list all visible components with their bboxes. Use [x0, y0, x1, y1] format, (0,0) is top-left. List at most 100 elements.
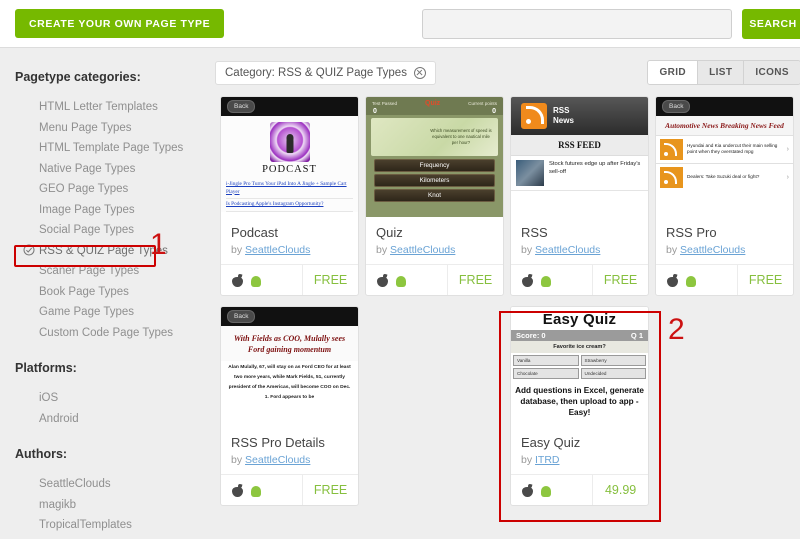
- author-list: SeattleClouds magikb TropicalTemplates: [15, 474, 205, 536]
- apple-icon: [377, 274, 388, 287]
- card-info: Podcast by SeattleClouds: [221, 217, 358, 264]
- apple-icon: [667, 274, 678, 287]
- card-quiz[interactable]: Test Passed Quiz Current points 0 0 Whic…: [365, 96, 504, 296]
- quiz-answer-option[interactable]: Frequency: [374, 159, 495, 172]
- category-list: HTML Letter Templates Menu Page Types HT…: [15, 97, 205, 343]
- easy-quiz-answer-option[interactable]: Strawberry: [580, 355, 646, 366]
- sidebar-item-geo-page-types[interactable]: GEO Page Types: [15, 179, 205, 200]
- category-filter-chip[interactable]: Category: RSS & QUIZ Page Types: [215, 61, 436, 85]
- back-button[interactable]: Back: [662, 100, 691, 113]
- rss-brand-line2: News: [553, 116, 574, 125]
- rss-icon: [521, 103, 547, 129]
- card-price: 49.99: [604, 483, 637, 497]
- chevron-right-icon: ›: [786, 145, 789, 153]
- card-rss-pro-details[interactable]: Back With Fields as COO, Mulally sees Fo…: [220, 306, 359, 506]
- android-icon: [540, 484, 551, 497]
- author-link[interactable]: SeattleClouds: [535, 244, 600, 256]
- author-link[interactable]: ITRD: [535, 454, 560, 466]
- card-info: Easy Quiz by ITRD: [511, 427, 648, 474]
- by-label: by: [666, 244, 678, 256]
- podcast-article-link[interactable]: Is Podcasting Apple's Instagram Opportun…: [226, 199, 353, 212]
- sidebar-item-book-page-types[interactable]: Book Page Types: [15, 282, 205, 303]
- quiz-test-passed-value: 0: [373, 108, 377, 115]
- view-mode-icons[interactable]: ICONS: [744, 61, 800, 84]
- sidebar-item-rss-quiz-page-types[interactable]: RSS & QUIZ Page Types: [15, 241, 205, 262]
- preview-navbar: Back: [221, 307, 358, 326]
- quiz-current-points-value: 0: [492, 108, 496, 115]
- sidebar-item-custom-code-page-types[interactable]: Custom Code Page Types: [15, 323, 205, 344]
- rss-preview-header: RSS News: [511, 97, 648, 135]
- quiz-app-label: Quiz: [425, 100, 441, 107]
- card-footer: 49.99: [511, 474, 648, 505]
- view-mode-list[interactable]: LIST: [698, 61, 745, 84]
- apple-icon: [232, 484, 243, 497]
- rss-pro-preview: Back Automotive News Breaking News Feed …: [656, 97, 793, 217]
- rss-pro-feed-item[interactable]: Dealers: Take Suzuki deal or fight? ›: [656, 162, 793, 191]
- back-button[interactable]: Back: [227, 310, 256, 323]
- back-button[interactable]: Back: [227, 100, 256, 113]
- rss-pro-feed-item[interactable]: Hyundai and Kia undercut their main sell…: [656, 134, 793, 163]
- check-circle-icon: [23, 244, 35, 255]
- easy-quiz-preview: Easy Quiz Score: 0 Q 1 Favorite ice crea…: [511, 307, 648, 427]
- by-label: by: [521, 454, 533, 466]
- grid-spacer: [365, 306, 504, 307]
- card-footer: FREE: [221, 474, 358, 505]
- podcast-article-link[interactable]: i-Jingle Pro Turns Your iPad Into A Jing…: [226, 179, 353, 199]
- card-author-line: by ITRD: [521, 454, 638, 466]
- card-title: RSS Pro Details: [231, 435, 325, 450]
- sidebar-item-native-page-types[interactable]: Native Page Types: [15, 159, 205, 180]
- author-link[interactable]: SeattleClouds: [245, 244, 310, 256]
- sidebar-item-seattleclouds[interactable]: SeattleClouds: [15, 474, 205, 495]
- rss-preview: RSS News RSS FEED Stock futures edge up …: [511, 97, 648, 217]
- card-title: Podcast: [231, 225, 278, 240]
- sidebar-item-menu-page-types[interactable]: Menu Page Types: [15, 118, 205, 139]
- android-icon: [250, 274, 261, 287]
- android-icon: [395, 274, 406, 287]
- card-easy-quiz[interactable]: Easy Quiz Score: 0 Q 1 Favorite ice crea…: [510, 306, 649, 506]
- sidebar-item-social-page-types[interactable]: Social Page Types: [15, 220, 205, 241]
- card-author-line: by SeattleClouds: [376, 244, 493, 256]
- sidebar-item-image-page-types[interactable]: Image Page Types: [15, 200, 205, 221]
- platform-icons: [511, 265, 594, 295]
- rss-feed-item[interactable]: Stock futures edge up after Friday's sel…: [511, 156, 648, 191]
- search-input[interactable]: [422, 9, 732, 39]
- sidebar-item-scaner-page-types[interactable]: Scaner Page Types: [15, 261, 205, 282]
- annotation-number-2: 2: [668, 313, 685, 346]
- preview-navbar: Back: [221, 97, 358, 116]
- sidebar-item-game-page-types[interactable]: Game Page Types: [15, 302, 205, 323]
- card-footer: FREE: [656, 264, 793, 295]
- card-title: Easy Quiz: [521, 435, 581, 450]
- close-icon[interactable]: [413, 67, 426, 79]
- quiz-answer-option[interactable]: Knot: [374, 189, 495, 202]
- card-podcast[interactable]: Back PODCAST i-Jingle Pro Turns Your iPa…: [220, 96, 359, 296]
- easy-quiz-answer-option[interactable]: Chocolate: [513, 368, 579, 379]
- rss-item-thumbnail: [516, 160, 544, 186]
- card-rss[interactable]: RSS News RSS FEED Stock futures edge up …: [510, 96, 649, 296]
- sidebar-item-ios[interactable]: iOS: [15, 388, 205, 409]
- preview-navbar: Back: [656, 97, 793, 116]
- easy-quiz-answer-option[interactable]: Vanilla: [513, 355, 579, 366]
- rss-feed-heading: RSS FEED: [511, 135, 648, 156]
- sidebar-item-android[interactable]: Android: [15, 409, 205, 430]
- view-mode-grid[interactable]: GRID: [648, 61, 699, 84]
- sidebar-item-html-letter-templates[interactable]: HTML Letter Templates: [15, 97, 205, 118]
- article-headline: With Fields as COO, Mulally sees Ford ga…: [221, 326, 358, 361]
- quiz-answer-option[interactable]: Kilometers: [374, 174, 495, 187]
- create-page-type-button[interactable]: CREATE YOUR OWN PAGE TYPE: [15, 9, 225, 38]
- author-link[interactable]: SeattleClouds: [680, 244, 745, 256]
- search-button[interactable]: SEARCH: [742, 9, 800, 39]
- quiz-status-labels: Test Passed Quiz Current points: [366, 97, 503, 108]
- author-link[interactable]: SeattleClouds: [390, 244, 455, 256]
- card-info: RSS Pro Details by SeattleClouds: [221, 427, 358, 474]
- platform-icons: [511, 475, 594, 505]
- by-label: by: [231, 454, 243, 466]
- card-rss-pro[interactable]: Back Automotive News Breaking News Feed …: [655, 96, 794, 296]
- author-link[interactable]: SeattleClouds: [245, 454, 310, 466]
- sidebar-item-html-template-page-types[interactable]: HTML Template Page Types: [15, 138, 205, 159]
- sidebar-item-tropicaltemplates[interactable]: TropicalTemplates: [15, 515, 205, 536]
- card-footer: FREE: [221, 264, 358, 295]
- platform-icons: [366, 265, 449, 295]
- quiz-preview: Test Passed Quiz Current points 0 0 Whic…: [366, 97, 503, 217]
- sidebar-item-magikb[interactable]: magikb: [15, 495, 205, 516]
- easy-quiz-answer-option[interactable]: Undecided: [580, 368, 646, 379]
